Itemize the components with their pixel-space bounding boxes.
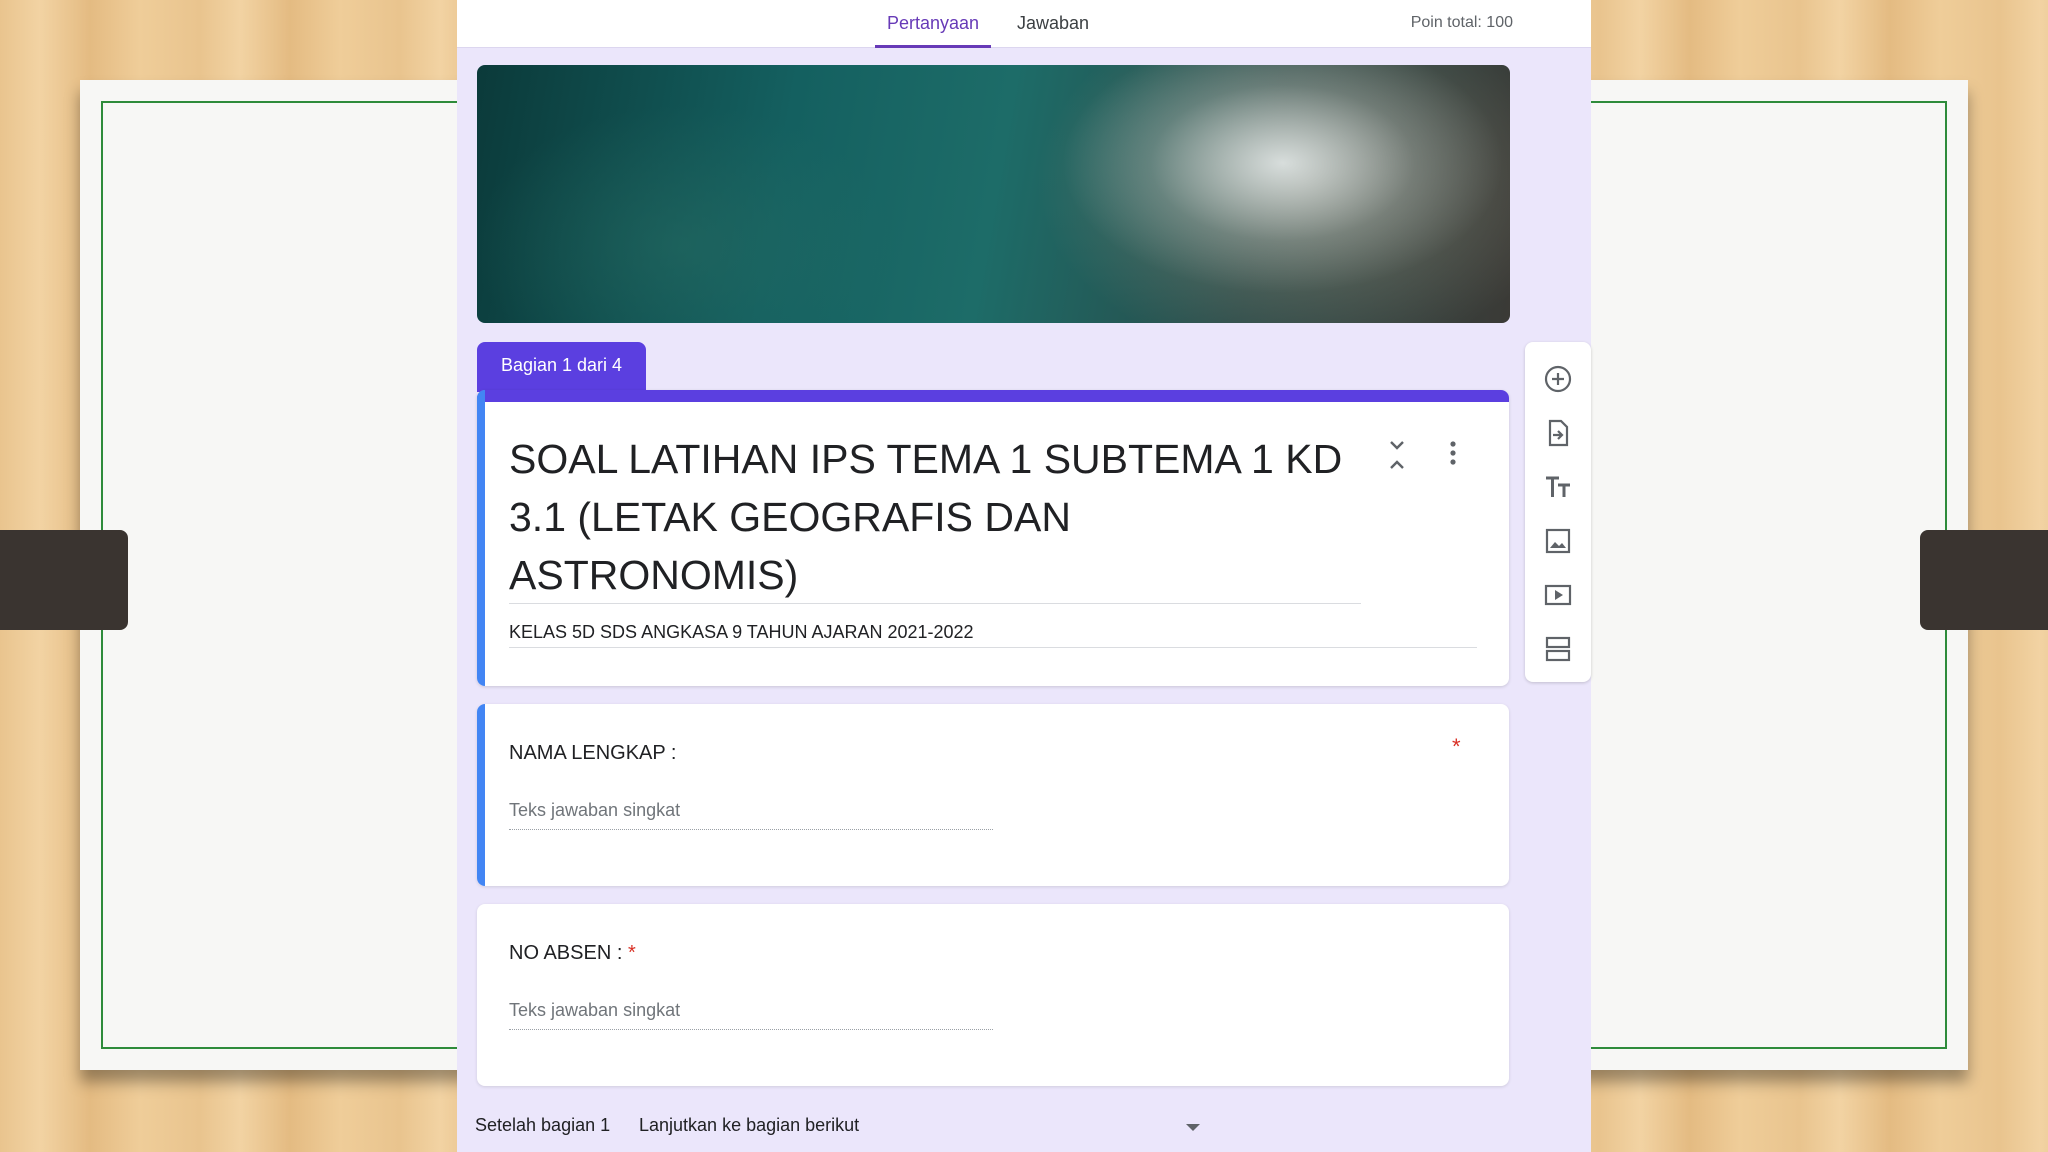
add-image-icon[interactable] xyxy=(1543,526,1573,556)
add-question-icon[interactable] xyxy=(1543,364,1573,394)
question-card[interactable]: NAMA LENGKAP : * Teks jawaban singkat xyxy=(477,704,1509,886)
description-underline xyxy=(509,647,1477,648)
floating-toolbar xyxy=(1525,342,1591,682)
header-image xyxy=(477,65,1510,323)
total-points: Poin total: 100 xyxy=(1410,14,1513,31)
tab-pertanyaan[interactable]: Pertanyaan xyxy=(875,0,992,48)
question-title[interactable]: NO ABSEN : * xyxy=(509,942,636,965)
add-section-icon[interactable] xyxy=(1543,634,1573,664)
section-indicator: Bagian 1 dari 4 xyxy=(477,342,646,392)
focus-indicator xyxy=(477,704,485,886)
after-section-dropdown[interactable]: Lanjutkan ke bagian berikut xyxy=(639,1115,1199,1136)
add-title-icon[interactable] xyxy=(1543,472,1573,502)
more-options-icon[interactable] xyxy=(1447,440,1459,466)
question-card[interactable]: NO ABSEN : * Teks jawaban singkat xyxy=(477,904,1509,1086)
dropdown-arrow-icon[interactable] xyxy=(1186,1124,1200,1131)
short-answer-field: Teks jawaban singkat xyxy=(509,800,993,830)
question-title[interactable]: NAMA LENGKAP : xyxy=(509,742,676,765)
section-top-strip xyxy=(477,390,1509,402)
required-asterisk: * xyxy=(627,942,636,964)
form-title-card[interactable]: SOAL LATIHAN IPS TEMA 1 SUBTEMA 1 KD 3.1… xyxy=(477,390,1509,686)
form-description[interactable]: KELAS 5D SDS ANGKASA 9 TAHUN AJARAN 2021… xyxy=(509,622,974,643)
tab-jawaban[interactable]: Jawaban xyxy=(1005,0,1101,48)
after-section-label: Setelah bagian 1 xyxy=(475,1115,611,1135)
binder-clip-right xyxy=(1920,530,2048,630)
binder-clip-left xyxy=(0,530,128,630)
form-title[interactable]: SOAL LATIHAN IPS TEMA 1 SUBTEMA 1 KD 3.1… xyxy=(509,430,1369,604)
forms-editor: Pertanyaan Jawaban Poin total: 100 Bagia… xyxy=(457,0,1591,1152)
collapse-section-icon[interactable] xyxy=(1383,438,1411,472)
focus-indicator xyxy=(477,390,485,686)
title-underline xyxy=(509,603,1361,604)
required-asterisk: * xyxy=(1452,734,1461,759)
short-answer-field: Teks jawaban singkat xyxy=(509,1000,993,1030)
add-video-icon[interactable] xyxy=(1543,580,1573,610)
question-title-text: NO ABSEN : xyxy=(509,942,623,964)
import-questions-icon[interactable] xyxy=(1543,418,1573,448)
top-bar: Pertanyaan Jawaban Poin total: 100 xyxy=(457,0,1591,48)
